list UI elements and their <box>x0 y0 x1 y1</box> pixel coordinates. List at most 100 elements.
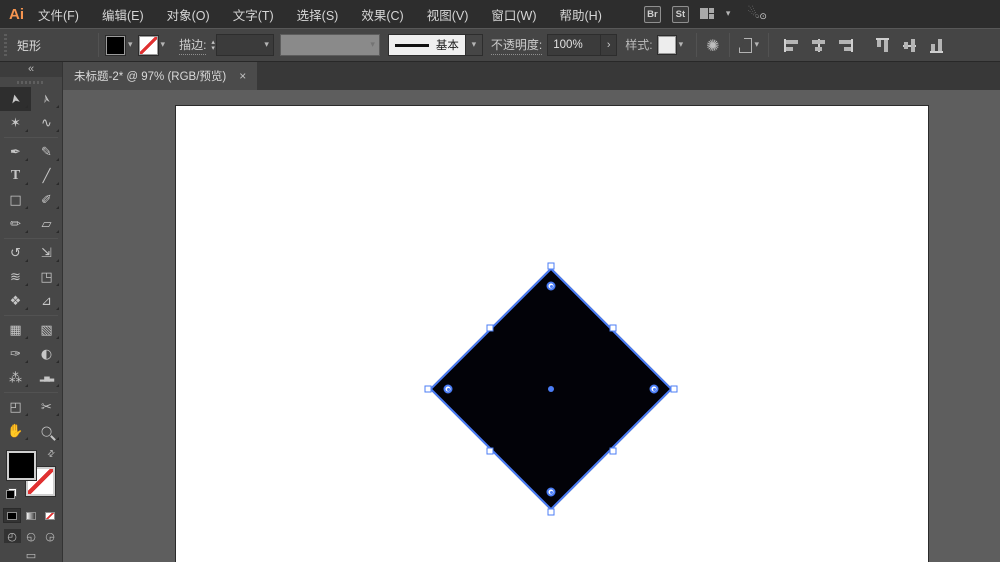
handle-bottom-right[interactable] <box>609 447 617 455</box>
corner-widget-left[interactable] <box>443 384 453 394</box>
menu-type[interactable]: 文字(T) <box>233 5 274 24</box>
stroke-none-swatch[interactable] <box>137 34 159 56</box>
tool-zoom[interactable]: ○ <box>31 419 62 443</box>
tool-artboard[interactable]: ◰ <box>0 395 31 419</box>
corner-widget-bottom[interactable] <box>546 487 556 497</box>
draw-normal-button[interactable]: ◴ <box>3 529 21 543</box>
tool-hand[interactable]: ✋ <box>0 419 31 443</box>
stroke-color-control[interactable]: ▾ <box>137 34 166 56</box>
corner-widget-top[interactable] <box>546 281 556 291</box>
tool-width[interactable]: ≋ <box>0 265 31 289</box>
workspace-chevron-icon[interactable]: ▾ <box>726 9 731 19</box>
tool-free-transform[interactable]: ◳ <box>31 265 62 289</box>
none-button[interactable] <box>42 509 58 522</box>
tool-rotate[interactable]: ↺ <box>0 241 31 265</box>
handle-top-left[interactable] <box>486 324 494 332</box>
opacity-spinner-button[interactable]: › <box>601 34 618 56</box>
stepper-down-icon[interactable]: ▾ <box>211 45 215 52</box>
align-right-icon[interactable] <box>838 38 854 52</box>
tool-slice[interactable]: ✂ <box>31 395 62 419</box>
corner-widget-right[interactable] <box>649 384 659 394</box>
tool-selection[interactable]: ➤ <box>0 87 31 112</box>
stroke-weight-stepper[interactable]: ▴ ▾ <box>211 39 215 52</box>
align-v-center-icon[interactable] <box>903 38 916 53</box>
tool-pen[interactable]: ✒ <box>0 140 31 164</box>
tool-line-segment[interactable]: ╱ <box>31 164 62 188</box>
panel-collapse-button[interactable]: « <box>0 62 62 78</box>
bridge-button[interactable]: Br <box>643 5 661 23</box>
handle-top[interactable] <box>547 262 555 270</box>
tool-type[interactable]: T <box>0 164 31 188</box>
tool-gradient[interactable]: ▧ <box>31 318 62 342</box>
direct-selection-tool-icon: ➢ <box>38 92 55 106</box>
draw-behind-button[interactable]: ◵ <box>23 529 40 543</box>
fill-chevron-icon[interactable]: ▾ <box>128 40 133 50</box>
tool-magic-wand[interactable]: ✶ <box>0 111 31 135</box>
tool-perspective-grid[interactable]: ⊿ <box>31 289 62 313</box>
stroke-weight-label[interactable]: 描边: <box>179 36 207 55</box>
handle-bottom-left[interactable] <box>486 447 494 455</box>
handle-top-right[interactable] <box>609 324 617 332</box>
style-control[interactable]: ▾ <box>656 35 684 55</box>
handle-right[interactable] <box>670 385 678 393</box>
tool-mesh[interactable]: ▦ <box>0 318 31 342</box>
color-button[interactable] <box>3 508 21 523</box>
styles-button[interactable]: St <box>671 5 689 23</box>
stroke-weight-field[interactable]: ▾ <box>215 34 274 56</box>
style-swatch[interactable] <box>656 35 677 55</box>
fill-color-control[interactable]: ▾ <box>105 34 133 56</box>
tool-shape-builder[interactable]: ❖ <box>0 289 31 313</box>
style-chevron-icon[interactable]: ▾ <box>679 40 684 50</box>
document-setup-control[interactable]: ▾ <box>738 37 759 53</box>
tool-eyedropper[interactable]: ✑ <box>0 342 31 366</box>
tool-eraser[interactable]: ▱ <box>31 212 62 236</box>
tool-blend[interactable]: ◐ <box>31 342 62 366</box>
gpu-performance-icon[interactable]: ☄ ⊙ <box>747 6 767 22</box>
tool-scale[interactable]: ⇲ <box>31 241 62 265</box>
tool-paintbrush[interactable]: ✐ <box>31 188 62 212</box>
screen-mode-button[interactable]: ▭ <box>0 549 62 562</box>
brush-dropdown-button[interactable]: ▾ <box>465 34 483 56</box>
menu-effect[interactable]: 效果(C) <box>361 5 403 24</box>
fill-swatch[interactable] <box>105 34 126 56</box>
workspace-icon[interactable] <box>699 8 715 20</box>
opacity-field[interactable]: 100% <box>547 34 602 56</box>
menu-edit[interactable]: 编辑(E) <box>102 5 144 24</box>
menu-select[interactable]: 选择(S) <box>297 5 339 24</box>
document-tab[interactable]: 未标题-2* @ 97% (RGB/预览) × <box>63 62 258 90</box>
stroke-weight-chevron-icon[interactable]: ▾ <box>264 40 269 50</box>
tool-column-graph[interactable]: ▂▅▃ <box>31 366 62 390</box>
tool-direct-selection[interactable]: ➢ <box>31 87 62 111</box>
gradient-button[interactable] <box>23 509 39 522</box>
fill-indicator-swatch[interactable] <box>6 450 37 482</box>
align-left-icon[interactable] <box>784 38 799 52</box>
opacity-label[interactable]: 不透明度: <box>490 36 543 55</box>
tab-close-icon[interactable]: × <box>239 69 246 83</box>
panel-drag-grip[interactable] <box>17 81 45 85</box>
stroke-chevron-icon[interactable]: ▾ <box>161 40 166 50</box>
tool-symbol-sprayer[interactable]: ⁂ <box>0 366 31 390</box>
menu-help[interactable]: 帮助(H) <box>560 5 602 24</box>
swap-fill-stroke-icon[interactable]: ⇄ <box>46 448 58 460</box>
tool-curvature[interactable]: ✎ <box>31 140 62 164</box>
canvas[interactable] <box>63 90 1000 562</box>
handle-left[interactable] <box>424 385 432 393</box>
menu-window[interactable]: 窗口(W) <box>491 5 536 24</box>
align-top-icon[interactable] <box>876 38 889 53</box>
menu-view[interactable]: 视图(V) <box>427 5 469 24</box>
menu-file[interactable]: 文件(F) <box>38 5 79 24</box>
default-fill-stroke-icon[interactable] <box>6 488 17 499</box>
align-bottom-icon[interactable] <box>930 38 943 53</box>
handle-bottom[interactable] <box>547 508 555 516</box>
draw-inside-button[interactable]: ◶ <box>42 529 59 543</box>
panel-grip[interactable] <box>2 34 9 56</box>
brush-definition-control[interactable]: 基本 <box>387 34 466 56</box>
menu-object[interactable]: 对象(O) <box>167 5 210 24</box>
recolor-artwork-icon[interactable]: ✺ <box>706 36 719 55</box>
scale-tool-icon: ⇲ <box>41 245 52 261</box>
tool-lasso[interactable]: ∿ <box>31 111 62 135</box>
align-h-center-icon[interactable] <box>811 38 826 52</box>
center-point[interactable] <box>548 386 554 392</box>
tool-rectangle[interactable]: □ <box>0 188 31 212</box>
tool-shaper[interactable]: ✏ <box>0 212 31 236</box>
